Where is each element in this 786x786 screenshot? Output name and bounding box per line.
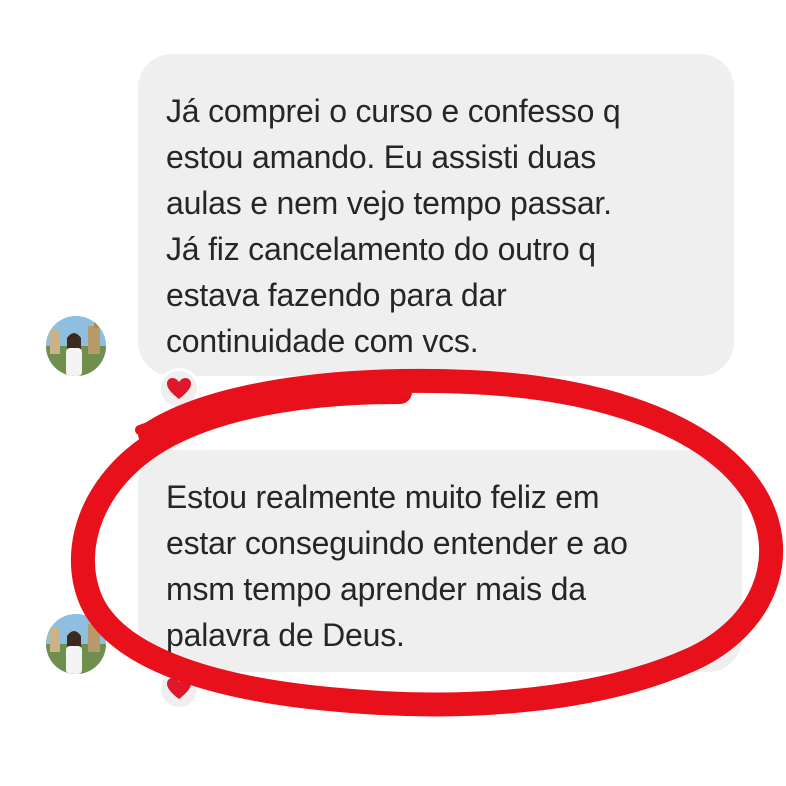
message-line: Já comprei o curso e confesso q [166,93,621,129]
sender-avatar[interactable] [46,614,106,674]
reaction-badge[interactable] [158,668,200,710]
message-line: msm tempo aprender mais da [166,571,586,607]
message-line: estar conseguindo entender e ao [166,525,628,561]
message-bubble-2[interactable]: Estou realmente muito feliz em estar con… [138,450,742,672]
message-line: Já fiz cancelamento do outro q [166,231,596,267]
message-line: estou amando. Eu assisti duas [166,139,597,175]
message-line: estava fazendo para dar [166,277,507,313]
chat-screenshot: Já comprei o curso e confesso q estou am… [0,0,786,786]
message-bubble-1[interactable]: Já comprei o curso e confesso q estou am… [138,54,734,376]
message-line: palavra de Deus. [166,617,405,653]
message-line: continuidade com vcs. [166,323,479,359]
avatar-image [46,316,106,376]
avatar-image [46,614,106,674]
heart-icon [167,378,191,399]
message-line: Estou realmente muito feliz em [166,479,600,515]
message-line: aulas e nem vejo tempo passar. [166,185,612,221]
heart-icon [167,678,191,699]
reaction-badge[interactable] [158,368,200,410]
sender-avatar[interactable] [46,316,106,376]
